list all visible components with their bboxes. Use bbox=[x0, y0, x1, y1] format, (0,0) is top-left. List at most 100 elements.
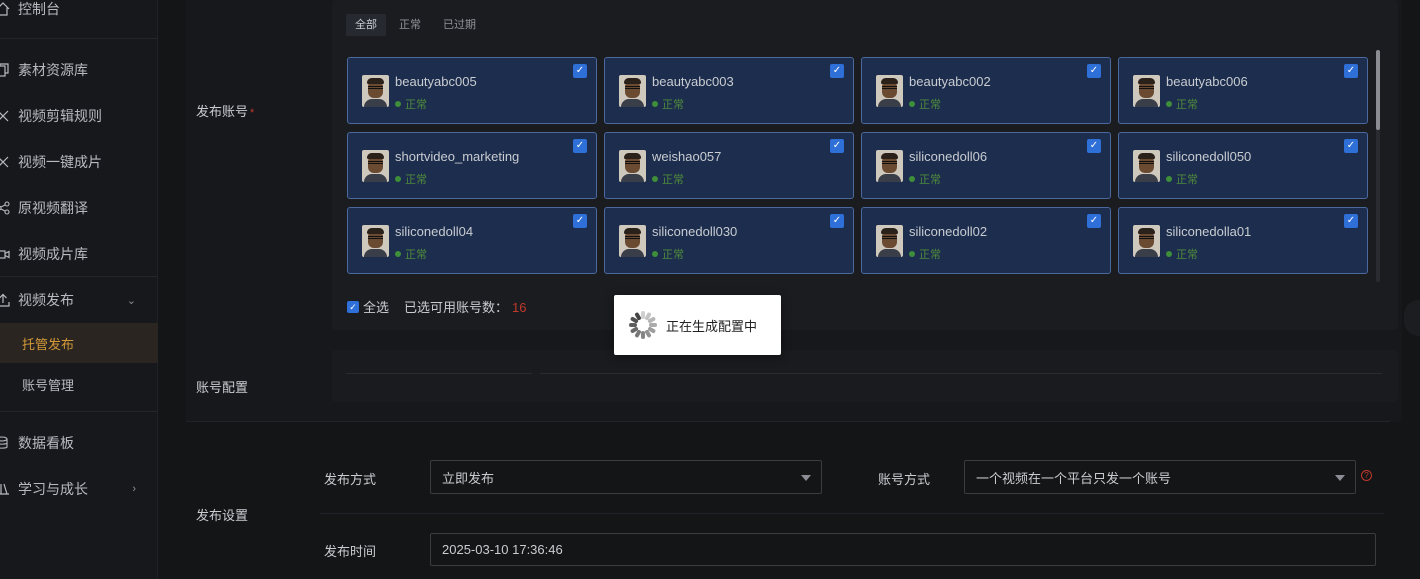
account-checkbox[interactable]: ✓ bbox=[573, 64, 587, 78]
account-card[interactable]: beautyabc002 正常 ✓ bbox=[861, 57, 1111, 124]
account-card[interactable]: siliconedoll06 正常 ✓ bbox=[861, 132, 1111, 199]
account-name: siliconedoll04 bbox=[395, 224, 474, 239]
sidebar-item-label: 控制台 bbox=[18, 1, 60, 17]
sidebar-item-label: 视频剪辑规则 bbox=[18, 108, 102, 124]
sidebar-subitem-account-management[interactable]: 账号管理 bbox=[0, 364, 158, 404]
chevron-down-icon: ⌄ bbox=[126, 294, 136, 307]
publish-method-select[interactable]: 立即发布 bbox=[430, 460, 822, 494]
account-checkbox[interactable]: ✓ bbox=[573, 214, 587, 228]
status-dot bbox=[395, 176, 401, 182]
account-name: beautyabc005 bbox=[395, 74, 477, 89]
status-dot bbox=[652, 101, 658, 107]
config-divider bbox=[540, 373, 1382, 374]
publish-time-value: 2025-03-10 17:36:46 bbox=[442, 542, 563, 557]
help-icon[interactable]: ? bbox=[1361, 470, 1372, 481]
account-status-text: 正常 bbox=[919, 99, 941, 111]
loading-text: 正在生成配置中 bbox=[666, 318, 758, 334]
account-checkbox[interactable]: ✓ bbox=[830, 214, 844, 228]
avatar bbox=[619, 225, 646, 257]
account-checkbox[interactable]: ✓ bbox=[1344, 214, 1358, 228]
sidebar-item-label: 原视频翻译 bbox=[18, 200, 88, 216]
publish-accounts-label: 发布账号 * bbox=[196, 104, 255, 119]
main-content: 发布账号 * 全部 正常 已过期 beautyabc005 正常 ✓ beautyabc… bbox=[172, 0, 1420, 579]
sidebar-divider bbox=[0, 411, 158, 412]
available-accounts-count: 已选可用账号数： 16 bbox=[404, 297, 526, 316]
sidebar-item-data-board[interactable]: 数据看板 bbox=[0, 423, 158, 463]
publish-accounts-panel: 发布账号 * 全部 正常 已过期 beautyabc005 正常 ✓ beautyabc… bbox=[186, 0, 1402, 422]
account-name: siliconedoll06 bbox=[909, 149, 988, 164]
loading-spinner-icon bbox=[628, 310, 658, 340]
account-name: beautyabc002 bbox=[909, 74, 991, 89]
account-checkbox[interactable]: ✓ bbox=[1087, 214, 1101, 228]
caret-down-icon bbox=[801, 475, 811, 481]
account-card[interactable]: beautyabc003 正常 ✓ bbox=[604, 57, 854, 124]
account-name: beautyabc003 bbox=[652, 74, 734, 89]
status-dot bbox=[1166, 101, 1172, 107]
sidebar-item-assets[interactable]: 素材资源库 bbox=[0, 50, 158, 90]
account-checkbox[interactable]: ✓ bbox=[1087, 139, 1101, 153]
sidebar-subitem-label: 托管发布 bbox=[22, 336, 75, 352]
account-mode-select[interactable]: 一个视频在一个平台只发一个账号 bbox=[964, 460, 1356, 494]
status-dot bbox=[1166, 176, 1172, 182]
avatar bbox=[1133, 225, 1160, 257]
sidebar-item-translate[interactable]: 原视频翻译 bbox=[0, 188, 158, 228]
account-card[interactable]: siliconedoll050 正常 ✓ bbox=[1118, 132, 1368, 199]
account-checkbox[interactable]: ✓ bbox=[830, 139, 844, 153]
status-dot bbox=[652, 176, 658, 182]
sidebar-item-label: 视频一键成片 bbox=[18, 154, 102, 170]
checkbox-checked-icon: ✓ bbox=[347, 300, 359, 313]
avatar bbox=[876, 75, 903, 107]
account-status-text: 正常 bbox=[405, 174, 427, 186]
account-checkbox[interactable]: ✓ bbox=[573, 139, 587, 153]
sidebar-item-dashboard[interactable]: 控制台 bbox=[0, 0, 158, 29]
status-dot bbox=[909, 176, 915, 182]
account-checkbox[interactable]: ✓ bbox=[830, 64, 844, 78]
account-card[interactable]: siliconedolla01 正常 ✓ bbox=[1118, 207, 1368, 274]
section-divider bbox=[186, 421, 1390, 422]
scrollbar-thumb[interactable] bbox=[1376, 50, 1380, 130]
publish-time-input[interactable]: 2025-03-10 17:36:46 bbox=[430, 533, 1376, 566]
account-status: 正常 bbox=[909, 246, 941, 262]
account-card[interactable]: shortvideo_marketing 正常 ✓ bbox=[347, 132, 597, 199]
sidebar-item-one-click[interactable]: 视频一键成片 bbox=[0, 142, 158, 182]
row-divider bbox=[320, 513, 1384, 514]
account-status-text: 正常 bbox=[662, 249, 684, 261]
account-status: 正常 bbox=[1166, 171, 1198, 187]
sidebar-item-edit-rules[interactable]: 视频剪辑规则 bbox=[0, 96, 158, 136]
account-card[interactable]: siliconedoll04 正常 ✓ bbox=[347, 207, 597, 274]
account-checkbox[interactable]: ✓ bbox=[1087, 64, 1101, 78]
sidebar-item-learning[interactable]: 学习与成长 › bbox=[0, 469, 158, 509]
sidebar-item-label: 学习与成长 bbox=[18, 481, 88, 497]
account-card[interactable]: beautyabc006 正常 ✓ bbox=[1118, 57, 1368, 124]
sidebar-item-video-publish[interactable]: 视频发布 ⌄ bbox=[0, 280, 158, 320]
copy-icon bbox=[0, 63, 10, 77]
tab-expired[interactable]: 已过期 bbox=[434, 14, 485, 36]
tab-normal[interactable]: 正常 bbox=[390, 14, 430, 36]
home-icon bbox=[0, 2, 10, 16]
account-card[interactable]: weishao057 正常 ✓ bbox=[604, 132, 854, 199]
account-card[interactable]: siliconedoll02 正常 ✓ bbox=[861, 207, 1111, 274]
account-config-label: 账号配置 bbox=[196, 380, 249, 395]
account-card[interactable]: beautyabc005 正常 ✓ bbox=[347, 57, 597, 124]
scissors-icon bbox=[0, 109, 10, 123]
publish-settings-label: 发布设置 bbox=[196, 508, 249, 523]
account-card[interactable]: siliconedoll030 正常 ✓ bbox=[604, 207, 854, 274]
select-all-label: 全选 bbox=[363, 300, 390, 315]
account-checkbox[interactable]: ✓ bbox=[1344, 64, 1358, 78]
tab-all[interactable]: 全部 bbox=[346, 14, 386, 36]
account-name: siliconedoll050 bbox=[1166, 149, 1252, 164]
accounts-scrollbar[interactable] bbox=[1376, 50, 1380, 282]
sidebar: 控制台 素材资源库 视频剪辑规则 视频一键成片 原视频翻译 视频成片库 视频发布… bbox=[0, 0, 158, 579]
account-status-text: 正常 bbox=[405, 249, 427, 261]
sidebar-subitem-managed-publish[interactable]: 托管发布 bbox=[0, 323, 158, 363]
select-all-checkbox[interactable]: ✓ 全选 bbox=[347, 297, 389, 316]
sidebar-item-video-library[interactable]: 视频成片库 bbox=[0, 234, 158, 274]
avatar bbox=[362, 75, 389, 107]
account-checkbox[interactable]: ✓ bbox=[1344, 139, 1358, 153]
sidebar-subitem-label: 账号管理 bbox=[22, 377, 75, 393]
video-icon bbox=[0, 247, 10, 261]
account-status: 正常 bbox=[909, 96, 941, 112]
chevron-right-icon: › bbox=[132, 483, 136, 495]
account-name: beautyabc006 bbox=[1166, 74, 1248, 89]
avatar bbox=[876, 150, 903, 182]
